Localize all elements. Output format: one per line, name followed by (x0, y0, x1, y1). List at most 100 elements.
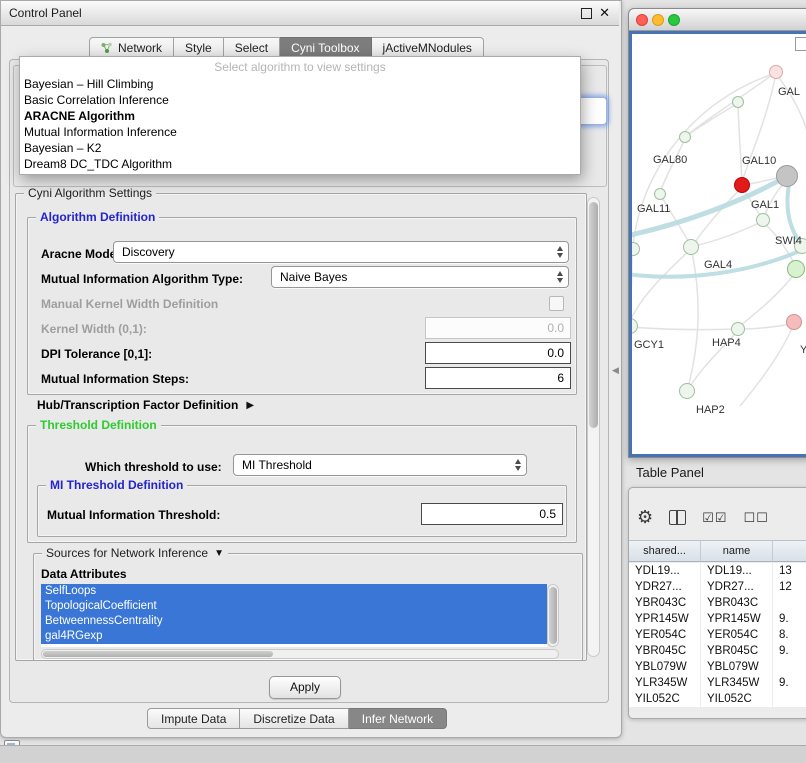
algorithm-option[interactable]: ARACNE Algorithm (20, 108, 580, 124)
sources-legend[interactable]: Sources for Network Inference ▼ (42, 546, 228, 560)
network-node-label: HAP4 (712, 337, 741, 349)
dpi-tolerance-input[interactable]: 0.0 (425, 342, 571, 364)
bottom-tabs: Impute Data Discretize Data Infer Networ… (147, 708, 447, 729)
network-node[interactable] (731, 322, 745, 336)
settings-scrollbar[interactable] (587, 197, 600, 657)
algorithm-option[interactable]: Dream8 DC_TDC Algorithm (20, 156, 580, 172)
network-node[interactable] (787, 260, 805, 278)
attributes-vscrollbar[interactable] (547, 584, 559, 647)
birds-eye-toggle[interactable] (795, 37, 806, 51)
network-view-window: GALGAL80GAL10GAL11GAL1SWI4GAL4GCY1HAP4HA… (628, 8, 806, 458)
tab-impute-data[interactable]: Impute Data (147, 708, 240, 729)
algorithm-option[interactable]: Basic Correlation Inference (20, 92, 580, 108)
tab-discretize-data[interactable]: Discretize Data (240, 708, 348, 729)
network-node[interactable] (683, 239, 699, 255)
select-all-checkboxes-icon[interactable]: ☑☑ (702, 511, 727, 524)
splitter-collapse-arrow[interactable]: ◀ (612, 365, 619, 376)
data-attribute-item[interactable]: BetweennessCentrality (41, 614, 547, 629)
network-window-titlebar[interactable] (629, 9, 806, 31)
column-header-extra[interactable] (773, 541, 806, 561)
gear-icon[interactable]: ⚙ (637, 508, 653, 526)
table-header: shared... name (629, 540, 806, 562)
settings-scrollbar-thumb[interactable] (589, 202, 598, 428)
table-row[interactable]: YPR145WYPR145W9. (629, 611, 806, 627)
table-cell: YIL052C (701, 691, 773, 707)
algorithm-option[interactable]: Bayesian – K2 (20, 140, 580, 156)
table-row[interactable]: YBR045CYBR045C9. (629, 643, 806, 659)
close-icon[interactable]: ✕ (599, 5, 610, 21)
which-threshold-label: Which threshold to use: (85, 460, 222, 474)
algorithm-option[interactable]: Bayesian – Hill Climbing (20, 76, 580, 92)
status-bar (0, 745, 806, 763)
aracne-mode-label: Aracne Mode: (41, 247, 120, 261)
minimize-button[interactable] (652, 14, 664, 26)
network-node-label: SWI4 (775, 235, 802, 247)
algorithm-dropdown-list: Bayesian – Hill ClimbingBasic Correlatio… (20, 76, 580, 172)
table-row[interactable]: YBL079WYBL079W (629, 659, 806, 675)
attributes-vscrollbar-thumb[interactable] (549, 587, 557, 644)
group-title: Cyni Algorithm Settings (24, 186, 156, 200)
tab-infer-network[interactable]: Infer Network (349, 708, 447, 729)
network-canvas[interactable]: GALGAL80GAL10GAL11GAL1SWI4GAL4GCY1HAP4HA… (632, 34, 806, 454)
table-cell: 13 (773, 563, 806, 579)
table-row[interactable]: YLR345WYLR345W9. (629, 675, 806, 691)
table-cell: YBR043C (629, 595, 701, 611)
network-node[interactable] (679, 383, 695, 399)
columns-icon[interactable] (669, 510, 686, 525)
table-cell: 12 (773, 579, 806, 595)
network-node-label: GAL80 (653, 154, 687, 166)
kernel-width-input[interactable]: 0.0 (425, 317, 571, 339)
table-cell (773, 659, 806, 675)
table-row[interactable]: YDL19...YDL19...13 (629, 563, 806, 579)
network-node[interactable] (654, 188, 666, 200)
network-node[interactable] (732, 96, 744, 108)
combo-arrows-icon (557, 271, 563, 283)
zoom-button[interactable] (668, 14, 680, 26)
table-row[interactable]: YER054CYER054C8. (629, 627, 806, 643)
close-button[interactable] (636, 14, 648, 26)
attributes-hscrollbar-thumb[interactable] (43, 651, 273, 657)
table-body: YDL19...YDL19...13YDR27...YDR27...12YBR0… (629, 563, 806, 707)
column-header-name[interactable]: name (701, 541, 773, 561)
data-attribute-item[interactable]: SelfLoops (41, 584, 547, 599)
hub-definition-section[interactable]: Hub/Transcription Factor Definition ▶ (37, 398, 254, 412)
data-attribute-item[interactable]: TopologicalCoefficient (41, 599, 547, 614)
network-node[interactable] (734, 177, 750, 193)
table-cell: YBL079W (629, 659, 701, 675)
combo-arrows-icon (515, 459, 521, 471)
network-node[interactable] (679, 131, 691, 143)
table-cell: YLR345W (701, 675, 773, 691)
network-node[interactable] (756, 213, 770, 227)
deselect-all-checkboxes-icon[interactable]: ☐☐ (743, 511, 768, 524)
network-node[interactable] (786, 314, 802, 330)
data-attribute-item[interactable]: gal4RGexp (41, 629, 547, 644)
manual-kernel-checkbox[interactable] (549, 296, 564, 311)
network-node[interactable] (776, 165, 798, 187)
network-node[interactable] (769, 65, 783, 79)
mi-threshold-input[interactable]: 0.5 (421, 503, 563, 525)
apply-button[interactable]: Apply (269, 676, 341, 699)
algorithm-option[interactable]: Mutual Information Inference (20, 124, 580, 140)
table-cell: 8. (773, 627, 806, 643)
mi-steps-input[interactable]: 6 (425, 367, 571, 389)
hub-definition-label: Hub/Transcription Factor Definition (37, 398, 238, 412)
float-window-icon[interactable] (581, 8, 592, 19)
table-cell: YPR145W (701, 611, 773, 627)
table-row[interactable]: YIL052CYIL052C (629, 691, 806, 707)
aracne-mode-select[interactable]: Discovery (113, 241, 569, 263)
selected-value: MI Threshold (242, 458, 312, 472)
collapse-closed-icon[interactable]: ▶ (246, 400, 254, 411)
collapse-open-icon[interactable]: ▼ (214, 548, 224, 559)
attributes-hscrollbar[interactable] (41, 649, 559, 659)
data-attributes-list[interactable]: SelfLoopsTopologicalCoefficientBetweenne… (41, 584, 547, 647)
mi-type-select[interactable]: Naive Bayes (271, 266, 569, 288)
which-threshold-select[interactable]: MI Threshold (233, 454, 527, 476)
network-tab-icon (101, 42, 113, 54)
table-row[interactable]: YBR043CYBR043C (629, 595, 806, 611)
control-panel-titlebar[interactable]: Control Panel ✕ (1, 1, 619, 26)
table-row[interactable]: YDR27...YDR27...12 (629, 579, 806, 595)
network-node-label: Y (800, 344, 806, 356)
table-toolbar: ⚙ ☑☑ ☐☐ (629, 502, 806, 532)
column-header-shared-name[interactable]: shared... (629, 541, 701, 561)
table-cell (773, 691, 806, 707)
